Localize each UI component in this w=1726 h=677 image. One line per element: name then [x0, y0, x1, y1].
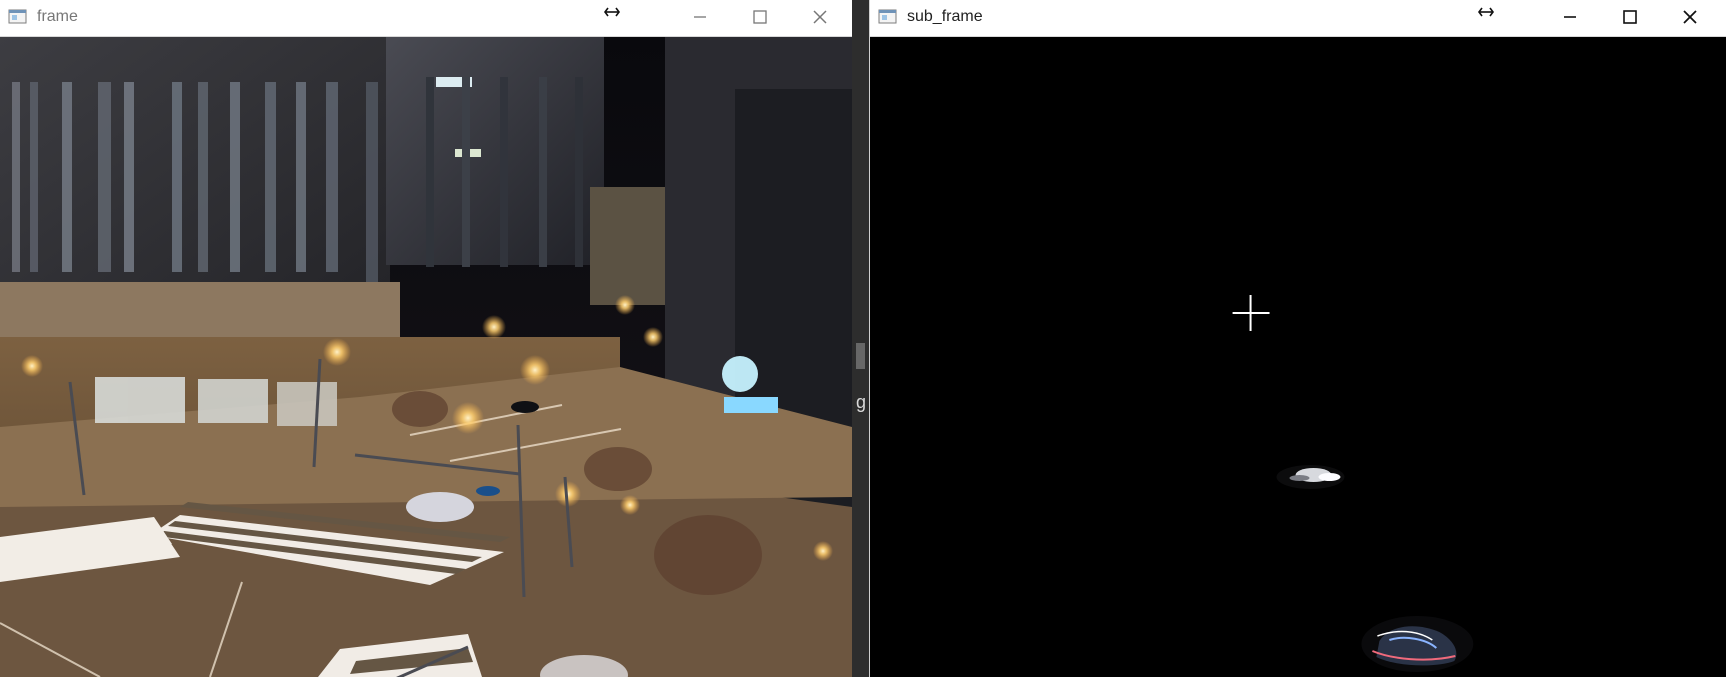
minimize-icon — [1564, 15, 1576, 18]
frame-video-view — [0, 37, 852, 677]
background-subtracted-view — [870, 37, 1726, 677]
window-app-icon — [878, 9, 897, 24]
detected-car-blob-lower — [1361, 616, 1474, 672]
maximize-icon — [753, 9, 767, 24]
frame-title: frame — [37, 8, 78, 25]
close-icon — [813, 9, 827, 24]
low-building — [590, 187, 670, 305]
desktop: frame g sub_frame — [0, 0, 1726, 677]
sub-frame-title: sub_frame — [907, 8, 983, 25]
minimize-button[interactable] — [1542, 0, 1598, 33]
storefronts — [95, 377, 337, 426]
maximize-icon — [1623, 9, 1637, 24]
frame-window[interactable]: frame — [0, 0, 853, 677]
close-button[interactable] — [1662, 0, 1718, 33]
maximize-button[interactable] — [1602, 0, 1658, 33]
office-tower — [386, 37, 604, 265]
close-icon — [1683, 9, 1697, 24]
minimize-icon — [694, 15, 706, 18]
sub-frame-video-view — [870, 37, 1726, 677]
edge-letter: g — [856, 392, 867, 412]
sub-frame-window[interactable]: sub_frame — [869, 0, 1726, 677]
window-app-icon — [8, 9, 27, 24]
detected-car-blob — [1276, 465, 1345, 489]
night-street-scene — [0, 37, 852, 677]
resize-horizontal-icon[interactable] — [1477, 4, 1495, 20]
window-gap: g — [852, 0, 869, 677]
close-button[interactable] — [792, 0, 848, 33]
resize-horizontal-icon[interactable] — [603, 4, 621, 20]
minimize-button[interactable] — [672, 0, 728, 33]
scroll-grip[interactable] — [856, 343, 865, 369]
sub-frame-titlebar[interactable]: sub_frame — [870, 0, 1726, 37]
frame-titlebar[interactable]: frame — [0, 0, 852, 37]
maximize-button[interactable] — [732, 0, 788, 33]
